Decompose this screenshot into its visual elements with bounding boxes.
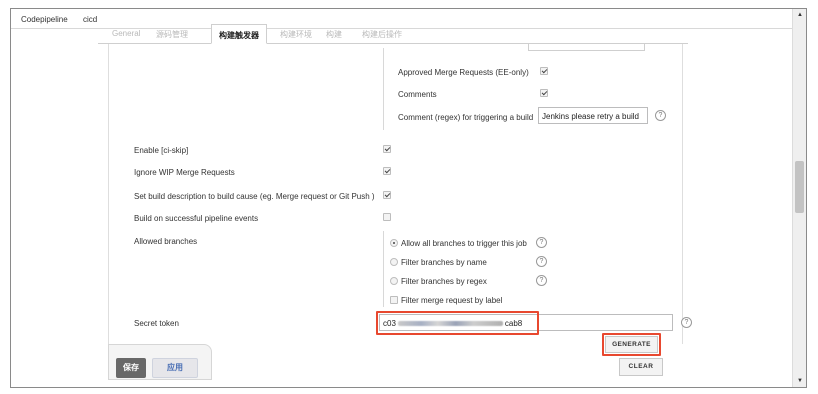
- nested-section-line: [383, 231, 384, 307]
- breadcrumb-item-cicd[interactable]: cicd: [83, 15, 97, 24]
- help-circle-icon[interactable]: ?: [681, 317, 692, 328]
- save-button[interactable]: 保存: [116, 358, 146, 378]
- filter-by-regex-radio[interactable]: [390, 277, 398, 285]
- help-circle-icon[interactable]: ?: [536, 275, 547, 286]
- tab-build-environment[interactable]: 构建环境: [280, 29, 312, 40]
- nested-section-line: [383, 48, 384, 130]
- tab-post-build-actions[interactable]: 构建后操作: [362, 29, 402, 40]
- comments-label: Comments: [398, 90, 437, 99]
- approved-mr-label: Approved Merge Requests (EE-only): [398, 68, 529, 77]
- secret-token-label: Secret token: [134, 319, 179, 328]
- help-circle-icon[interactable]: ?: [536, 256, 547, 267]
- tab-build-triggers[interactable]: 构建触发器: [211, 24, 267, 44]
- scroll-up-icon[interactable]: ▲: [793, 12, 806, 18]
- scroll-down-icon[interactable]: ▼: [793, 378, 806, 384]
- set-build-description-checkbox[interactable]: [383, 191, 391, 199]
- config-tabs: General 源码管理 构建触发器 构建环境 构建 构建后操作: [98, 22, 688, 44]
- help-circle-icon[interactable]: ?: [536, 237, 547, 248]
- build-on-pipeline-events-checkbox[interactable]: [383, 213, 391, 221]
- allowed-branches-label: Allowed branches: [134, 237, 198, 246]
- option-label: Enable [ci-skip]: [134, 146, 189, 155]
- content-border: [682, 44, 683, 344]
- comment-regex-label: Comment (regex) for triggering a build: [398, 113, 534, 122]
- option-label: Ignore WIP Merge Requests: [134, 168, 235, 177]
- tab-general[interactable]: General: [112, 29, 140, 38]
- highlight-box: [602, 333, 661, 356]
- vertical-scrollbar[interactable]: ▲ ▼: [792, 9, 806, 387]
- scrollbar-thumb[interactable]: [795, 161, 804, 213]
- radio-label: Filter branches by regex: [401, 277, 487, 286]
- allow-all-branches-radio[interactable]: [390, 239, 398, 247]
- comment-regex-input[interactable]: Jenkins please retry a build: [538, 107, 648, 124]
- filter-by-name-radio[interactable]: [390, 258, 398, 266]
- filter-mr-by-label-checkbox[interactable]: [390, 296, 398, 304]
- apply-button[interactable]: 应用: [152, 358, 198, 378]
- help-circle-icon[interactable]: ?: [655, 110, 666, 121]
- checkbox-label: Filter merge request by label: [401, 296, 503, 305]
- ignore-wip-checkbox[interactable]: [383, 167, 391, 175]
- tab-source-management[interactable]: 源码管理: [156, 29, 188, 40]
- tab-build[interactable]: 构建: [326, 29, 342, 40]
- enable-ci-skip-checkbox[interactable]: [383, 145, 391, 153]
- section-box-edge: [528, 44, 645, 51]
- clear-button[interactable]: CLEAR: [619, 358, 663, 376]
- highlight-box: [376, 311, 539, 335]
- radio-label: Allow all branches to trigger this job: [401, 239, 527, 248]
- breadcrumb-item-codepipeline[interactable]: Codepipeline: [21, 15, 68, 24]
- content-border: [108, 44, 109, 380]
- comments-checkbox[interactable]: [540, 89, 548, 97]
- option-label: Set build description to build cause (eg…: [134, 192, 375, 201]
- option-label: Build on successful pipeline events: [134, 214, 259, 223]
- radio-label: Filter branches by name: [401, 258, 487, 267]
- approved-mr-checkbox[interactable]: [540, 67, 548, 75]
